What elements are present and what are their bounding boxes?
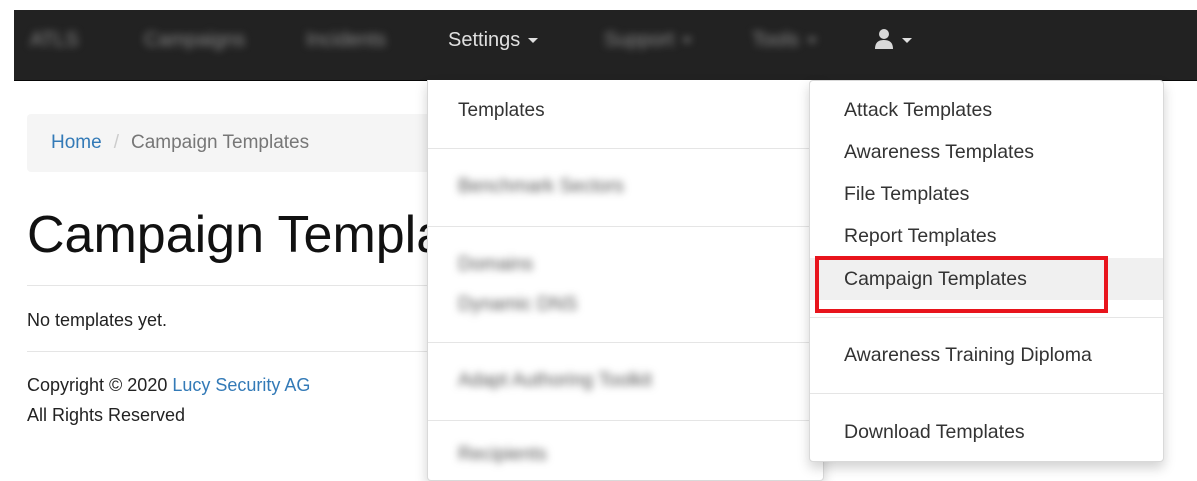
chevron-down-icon — [528, 38, 539, 44]
footer-copyright: Copyright © 2020 Lucy Security AG — [27, 375, 310, 396]
nav-tools[interactable]: Tools — [752, 10, 817, 80]
menu-divider — [428, 226, 823, 227]
templates-submenu: Attack Templates Awareness Templates Fil… — [809, 80, 1164, 462]
title-divider — [27, 285, 447, 286]
menu-divider — [428, 148, 823, 149]
user-icon — [875, 28, 893, 49]
chevron-down-icon — [902, 38, 912, 44]
empty-message: No templates yet. — [27, 310, 168, 330]
menu-divider — [428, 342, 823, 343]
footer-rights: All Rights Reserved — [27, 405, 186, 425]
breadcrumb-separator: / — [113, 132, 119, 153]
settings-dropdown-menu: Templates Benchmark Sectors Domains Dyna… — [427, 80, 824, 481]
menu-divider — [810, 317, 1163, 318]
menu-item-dynamic-dns[interactable]: Dynamic DNS — [458, 294, 577, 316]
footer-divider — [27, 351, 447, 352]
company-link[interactable]: Lucy Security AG — [172, 375, 310, 395]
chevron-down-icon — [806, 38, 817, 44]
submenu-attack-templates[interactable]: Attack Templates — [810, 89, 1163, 131]
nav-settings-label: Settings — [448, 29, 521, 51]
breadcrumb-current: Campaign Templates — [130, 132, 310, 153]
submenu-file-templates[interactable]: File Templates — [810, 173, 1163, 215]
brand-logo[interactable]: ATLS — [30, 10, 79, 80]
menu-item-benchmark-sectors[interactable]: Benchmark Sectors — [458, 176, 624, 198]
nav-support-label: Support — [604, 29, 675, 51]
menu-item-templates[interactable]: Templates — [458, 100, 545, 122]
menu-item-recipients[interactable]: Recipients — [458, 444, 547, 466]
menu-item-adapt-authoring[interactable]: Adapt Authoring Toolkit — [458, 370, 652, 392]
nav-support[interactable]: Support — [604, 10, 693, 80]
copyright-text: Copyright © 2020 — [27, 375, 168, 395]
menu-divider — [810, 393, 1163, 394]
chevron-down-icon — [682, 38, 693, 44]
breadcrumb-home-link[interactable]: Home — [51, 132, 102, 153]
submenu-campaign-templates[interactable]: Campaign Templates — [810, 258, 1163, 300]
menu-item-domains[interactable]: Domains — [458, 254, 533, 276]
submenu-download-templates[interactable]: Download Templates — [810, 411, 1163, 453]
nav-incidents[interactable]: Incidents — [306, 10, 386, 80]
user-menu[interactable] — [874, 10, 912, 80]
nav-settings[interactable]: Settings — [448, 10, 539, 80]
submenu-awareness-templates[interactable]: Awareness Templates — [810, 131, 1163, 173]
top-navbar: ATLS Campaigns Incidents Settings Suppor… — [14, 10, 1197, 81]
menu-divider — [428, 420, 823, 421]
submenu-awareness-training-diploma[interactable]: Awareness Training Diploma — [810, 334, 1163, 376]
submenu-report-templates[interactable]: Report Templates — [810, 215, 1163, 257]
nav-tools-label: Tools — [752, 29, 799, 51]
nav-campaigns[interactable]: Campaigns — [144, 10, 245, 80]
breadcrumb: Home / Campaign Templates — [27, 114, 447, 172]
